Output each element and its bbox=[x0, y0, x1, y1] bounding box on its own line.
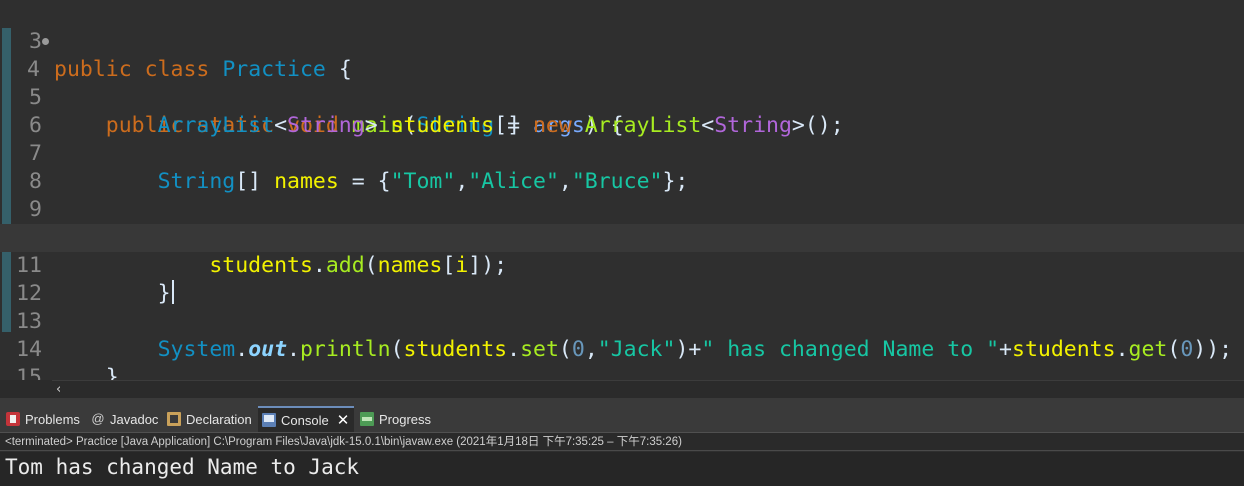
tab-progress[interactable]: Progress bbox=[356, 406, 436, 432]
code-line-9: 9 for(int i = 0;i<names.length;i++) { bbox=[0, 168, 1244, 251]
declaration-icon bbox=[167, 412, 181, 426]
views-tab-bar: Problems @ Javadoc Declaration Console ✕… bbox=[0, 406, 1244, 433]
code-line-12: 12 bbox=[0, 252, 1244, 306]
tab-label: Problems bbox=[25, 411, 80, 427]
code-line-3: 3 public class Practice { bbox=[0, 0, 1244, 82]
code-line-6: 6 bbox=[0, 84, 1244, 138]
panel-divider[interactable] bbox=[0, 398, 1244, 406]
tab-label: Declaration bbox=[186, 411, 252, 427]
javadoc-icon: @ bbox=[91, 411, 105, 426]
code-line-10: 10 students.add(names[i]); bbox=[0, 196, 1244, 278]
horizontal-scrollbar[interactable]: ‹ bbox=[52, 380, 1244, 399]
code-line-16: 16 bbox=[0, 364, 1244, 380]
progress-icon bbox=[360, 412, 374, 426]
tab-label: Javadoc bbox=[110, 411, 159, 427]
code-line-7: 7 String[] names = {"Tom","Alice","Bruce… bbox=[0, 112, 1244, 194]
code-line-13: 13 System.out.println(students.set(0,"Ja… bbox=[0, 280, 1244, 362]
tab-javadoc[interactable]: @ Javadoc bbox=[87, 406, 163, 432]
close-icon[interactable]: ✕ bbox=[337, 411, 350, 429]
tab-label: Console bbox=[281, 412, 329, 428]
tab-console[interactable]: Console ✕ bbox=[258, 406, 355, 432]
problems-icon bbox=[6, 412, 20, 426]
code-line-15: 15 } bbox=[0, 336, 1244, 380]
console-status: <terminated> Practice [Java Application]… bbox=[0, 433, 1244, 451]
tab-problems[interactable]: Problems bbox=[2, 406, 85, 432]
gutter-corner bbox=[0, 380, 52, 398]
code-line-14: 14 } bbox=[0, 308, 1244, 380]
scroll-left-icon[interactable]: ‹ bbox=[56, 381, 61, 399]
code-line-4: 4 public static void main(String[] args)… bbox=[0, 28, 1244, 138]
tab-declaration[interactable]: Declaration bbox=[163, 406, 257, 432]
console-icon bbox=[262, 413, 276, 427]
tab-label: Progress bbox=[379, 411, 432, 427]
code-editor[interactable]: 3 public class Practice { 4 public stati… bbox=[0, 0, 1244, 380]
code-line-11-current: 11 } bbox=[0, 224, 1244, 306]
code-line-8: 8 bbox=[0, 140, 1244, 194]
fold-marker-icon[interactable] bbox=[42, 38, 49, 45]
code-line-5: 5 ArrayList<String> students = new Array… bbox=[0, 56, 1244, 138]
console-output[interactable]: Tom has changed Name to Jack bbox=[0, 452, 1244, 486]
